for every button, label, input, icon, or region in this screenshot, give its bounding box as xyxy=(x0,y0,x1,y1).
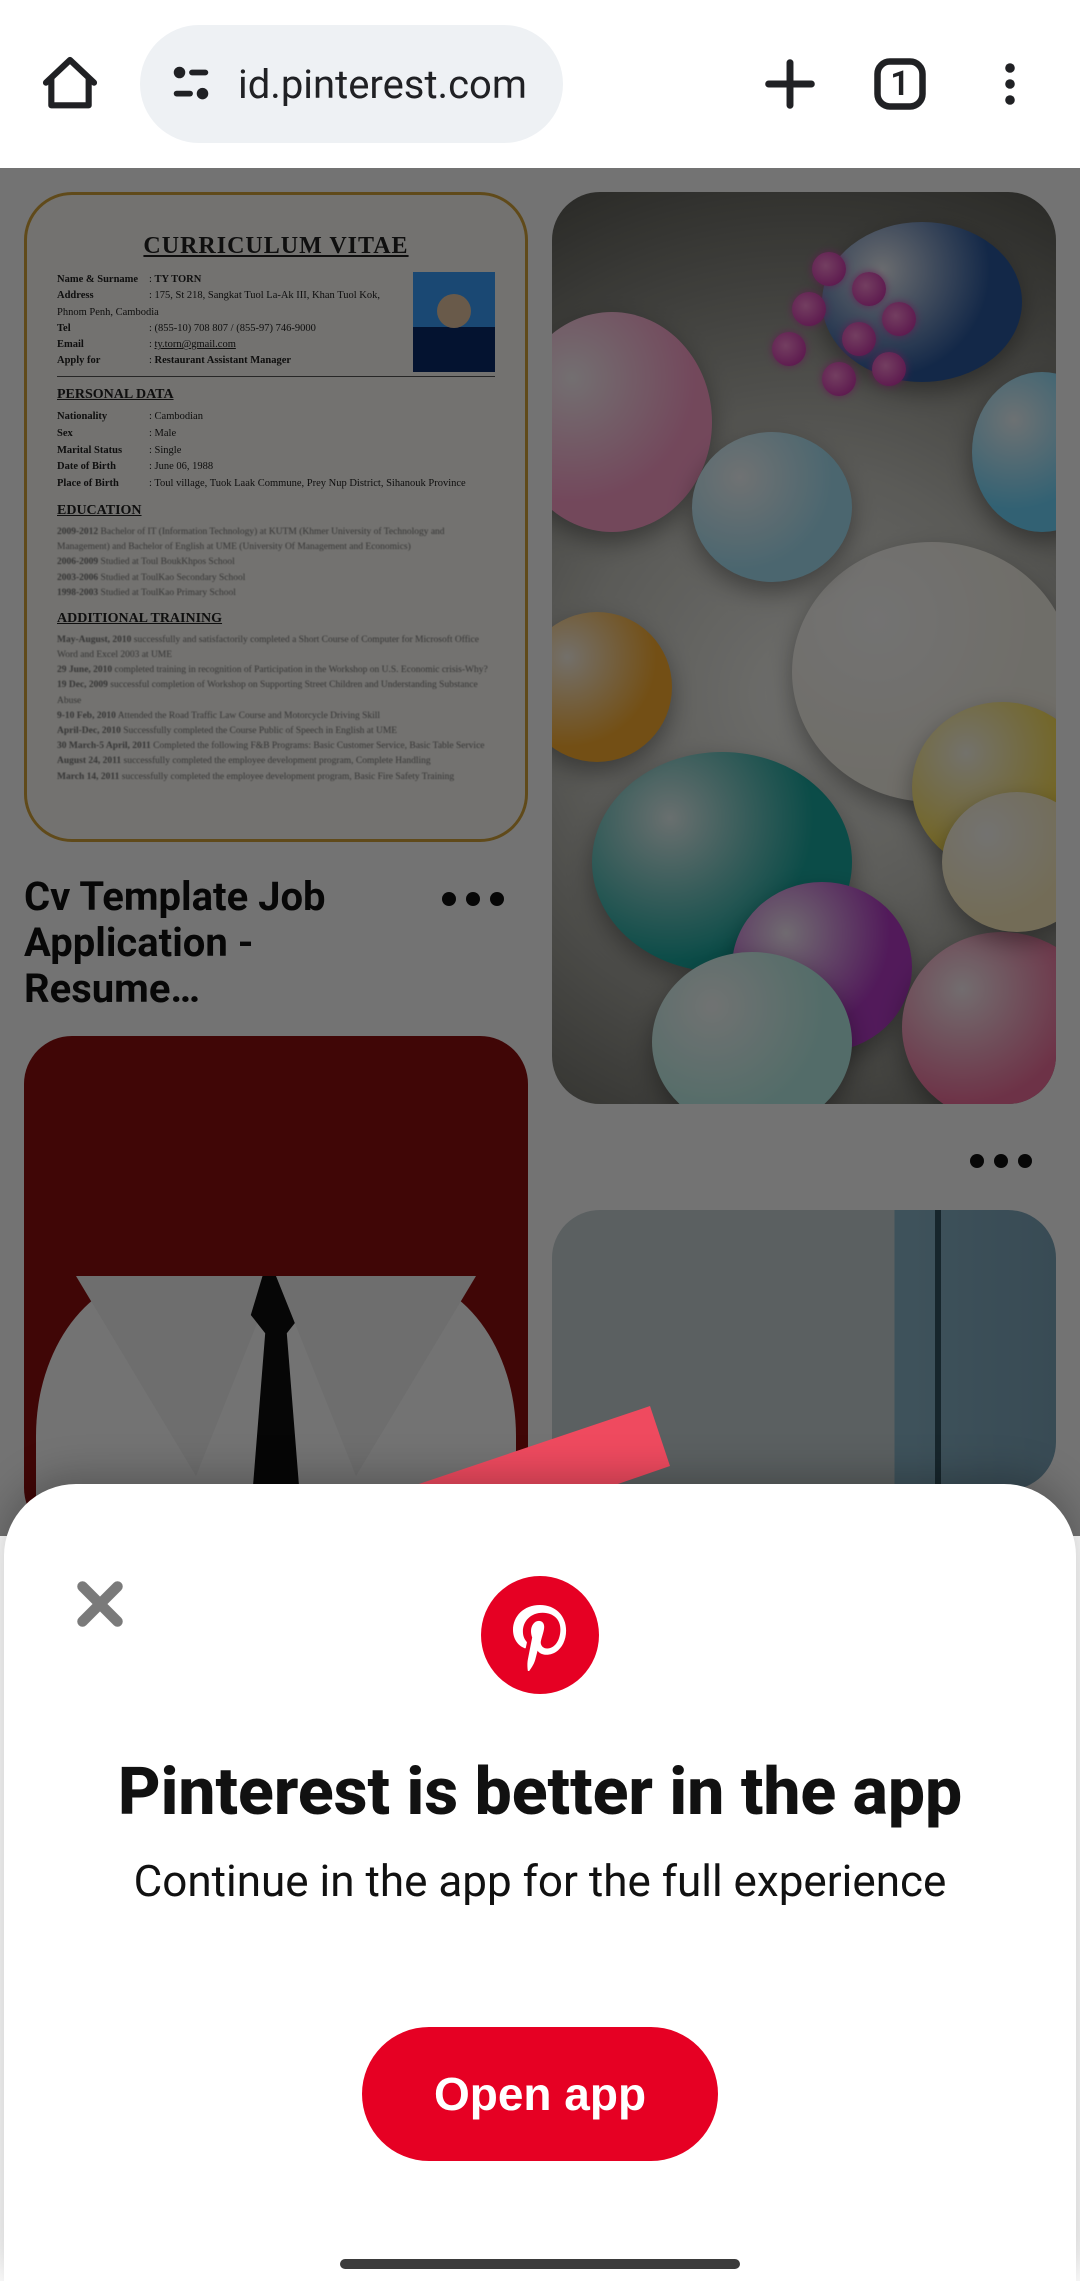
tabs-button[interactable]: 1 xyxy=(860,44,940,124)
modal-backdrop[interactable] xyxy=(0,168,1080,1536)
open-app-button[interactable]: Open app xyxy=(362,2027,718,2161)
app-upsell-sheet: Pinterest is better in the app Continue … xyxy=(4,1484,1076,2281)
home-button[interactable] xyxy=(30,44,110,124)
home-indicator[interactable] xyxy=(340,2259,740,2269)
tab-count: 1 xyxy=(890,64,909,104)
url-text: id.pinterest.com xyxy=(238,61,527,108)
close-button[interactable] xyxy=(60,1564,140,1644)
plus-icon xyxy=(758,52,822,116)
kebab-icon xyxy=(986,60,1034,108)
browser-menu-button[interactable] xyxy=(970,44,1050,124)
url-bar[interactable]: id.pinterest.com xyxy=(140,25,563,143)
browser-bar: id.pinterest.com 1 xyxy=(0,0,1080,168)
close-icon xyxy=(70,1574,130,1634)
sheet-subtitle: Continue in the app for the full experie… xyxy=(64,1855,1016,1907)
home-icon xyxy=(38,52,102,116)
pinterest-logo xyxy=(481,1576,599,1694)
pinterest-icon xyxy=(504,1599,576,1671)
new-tab-button[interactable] xyxy=(750,44,830,124)
site-settings-icon xyxy=(168,61,214,107)
sheet-title: Pinterest is better in the app xyxy=(64,1754,1016,1831)
